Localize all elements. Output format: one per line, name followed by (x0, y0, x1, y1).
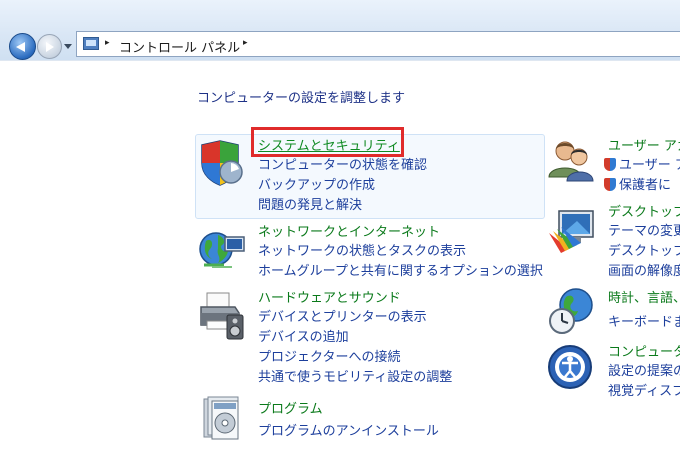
link-troubleshoot[interactable]: 問題の発見と解決 (258, 194, 362, 213)
link-devices-printers[interactable]: デバイスとプリンターの表示 (258, 306, 427, 325)
link-view-network-status[interactable]: ネットワークの状態とタスクの表示 (258, 240, 466, 259)
network-globe-icon[interactable] (198, 227, 246, 273)
users-icon[interactable] (547, 137, 595, 183)
control-panel-content: コンピューターの設定を調整します システムとセキュリティ コンピューターの状態を… (0, 60, 680, 461)
link-label: ユーザー ア (619, 158, 680, 173)
link-desktop-background[interactable]: デスクトップ (608, 240, 680, 259)
shield-icon[interactable] (198, 139, 244, 187)
ease-of-access-column: コンピュータ 設定の提案の 視覚ディスプ (604, 341, 680, 405)
desktop-icon[interactable] (547, 209, 597, 255)
annotation-highlight-box (251, 127, 404, 157)
link-screen-resolution[interactable]: 画面の解像度 (608, 260, 680, 279)
link-optimize-display[interactable]: 視覚ディスプ (608, 380, 680, 399)
category-ease-of-access[interactable]: コンピュータ (608, 341, 680, 360)
breadcrumb-separator[interactable]: ▸ (105, 38, 110, 48)
uac-shield-icon (604, 178, 616, 191)
back-button[interactable] (9, 33, 36, 60)
clock-column: 時計、言語、 キーボードま (604, 287, 680, 331)
clock-globe-icon[interactable] (548, 287, 594, 337)
category-hardware-sound[interactable]: ハードウェアとサウンド (258, 287, 401, 306)
printer-icon[interactable] (197, 291, 245, 341)
control-panel-icon (83, 37, 99, 50)
link-parental-controls[interactable]: 保護者に (604, 174, 671, 193)
link-mobility-settings[interactable]: 共通で使うモビリティ設定の調整 (258, 366, 452, 385)
link-connect-projector[interactable]: プロジェクターへの接続 (258, 346, 400, 365)
link-change-theme[interactable]: テーマの変更 (608, 220, 680, 239)
category-clock-language[interactable]: 時計、言語、 (608, 287, 680, 306)
link-add-device[interactable]: デバイスの追加 (258, 326, 349, 345)
user-accounts-column: ユーザー アカ ユーザー ア 保護者に (604, 135, 680, 195)
uac-shield-icon (604, 158, 616, 171)
breadcrumb-control-panel[interactable]: コントロール パネル (119, 37, 240, 56)
page-title: コンピューターの設定を調整します (197, 91, 406, 106)
desktop-column: デスクトップ テーマの変更 デスクトップ 画面の解像度 (604, 201, 680, 281)
forward-button[interactable] (37, 34, 62, 59)
accessibility-icon[interactable] (547, 344, 593, 390)
category-programs[interactable]: プログラム (258, 398, 323, 417)
recent-pages-dropdown-icon[interactable] (64, 44, 72, 49)
link-create-backup[interactable]: バックアップの作成 (258, 174, 375, 193)
link-keyboard[interactable]: キーボードま (608, 311, 680, 330)
programs-icon[interactable] (200, 395, 242, 443)
link-user-accounts[interactable]: ユーザー ア (604, 154, 680, 173)
category-appearance[interactable]: デスクトップ (608, 201, 680, 220)
link-uninstall-program[interactable]: プログラムのアンインストール (258, 420, 439, 439)
link-label: 保護者に (619, 178, 672, 193)
link-homegroup-options[interactable]: ホームグループと共有に関するオプションの選択 (258, 260, 543, 279)
category-network-internet[interactable]: ネットワークとインターネット (258, 221, 440, 240)
breadcrumb-separator[interactable]: ▸ (243, 38, 248, 48)
address-bar[interactable]: ▸ コントロール パネル ▸ (76, 31, 680, 57)
navigation-bar: ▸ コントロール パネル ▸ (0, 0, 680, 60)
category-user-accounts[interactable]: ユーザー アカ (608, 135, 680, 154)
link-settings-suggestions[interactable]: 設定の提案の (608, 360, 680, 379)
